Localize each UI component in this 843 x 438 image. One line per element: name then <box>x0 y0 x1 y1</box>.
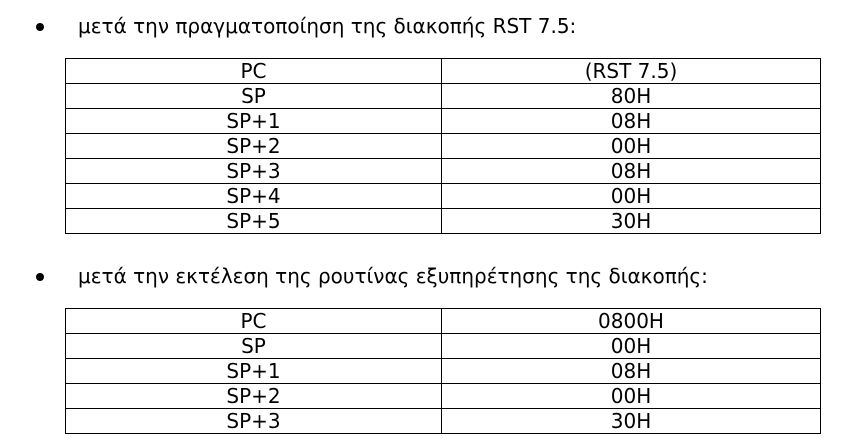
value-cell: 08H <box>441 358 821 384</box>
bullet-item: μετά την εκτέλεση της ρουτίνας εξυπηρέτη… <box>0 262 843 290</box>
table-row: SP+2 00H <box>65 133 821 159</box>
bullet-item: μετά την πραγματοποίηση της διακοπής RST… <box>0 12 843 40</box>
value-cell: 0800H <box>441 308 821 334</box>
table-row: PC (RST 7.5) <box>65 58 821 84</box>
register-cell: SP <box>65 333 442 359</box>
value-cell: 08H <box>441 108 821 134</box>
bullet-dot-icon <box>36 23 44 31</box>
table-row: SP+5 30H <box>65 208 821 234</box>
value-cell: 00H <box>441 183 821 209</box>
value-cell: 00H <box>441 383 821 409</box>
table-row: SP+1 08H <box>65 358 821 384</box>
bullet-text: μετά την πραγματοποίηση της διακοπής RST… <box>78 14 577 38</box>
table-row: SP 00H <box>65 333 821 359</box>
register-cell: PC <box>65 308 442 334</box>
value-cell: (RST 7.5) <box>441 58 821 84</box>
table-row: SP+2 00H <box>65 383 821 409</box>
register-cell: SP+4 <box>65 183 442 209</box>
table-row: PC 0800H <box>65 308 821 334</box>
table-row: SP+3 30H <box>65 408 821 434</box>
table-row: SP+4 00H <box>65 183 821 209</box>
register-cell: PC <box>65 58 442 84</box>
table-row: SP+3 08H <box>65 158 821 184</box>
register-cell: SP+1 <box>65 358 442 384</box>
register-cell: SP <box>65 83 442 109</box>
bullet-text: μετά την εκτέλεση της ρουτίνας εξυπηρέτη… <box>78 264 708 288</box>
table-row: SP+1 08H <box>65 108 821 134</box>
value-cell: 80H <box>441 83 821 109</box>
value-cell: 00H <box>441 333 821 359</box>
register-cell: SP+5 <box>65 208 442 234</box>
value-cell: 30H <box>441 408 821 434</box>
table-row: SP 80H <box>65 83 821 109</box>
value-cell: 08H <box>441 158 821 184</box>
register-cell: SP+3 <box>65 408 442 434</box>
bullet-dot-icon <box>36 273 44 281</box>
register-table-after-interrupt: PC (RST 7.5) SP 80H SP+1 08H SP+2 00H SP… <box>65 58 821 234</box>
register-cell: SP+2 <box>65 383 442 409</box>
value-cell: 30H <box>441 208 821 234</box>
register-table-after-service-routine: PC 0800H SP 00H SP+1 08H SP+2 00H SP+3 3… <box>65 308 821 434</box>
value-cell: 00H <box>441 133 821 159</box>
register-cell: SP+3 <box>65 158 442 184</box>
register-cell: SP+1 <box>65 108 442 134</box>
register-cell: SP+2 <box>65 133 442 159</box>
